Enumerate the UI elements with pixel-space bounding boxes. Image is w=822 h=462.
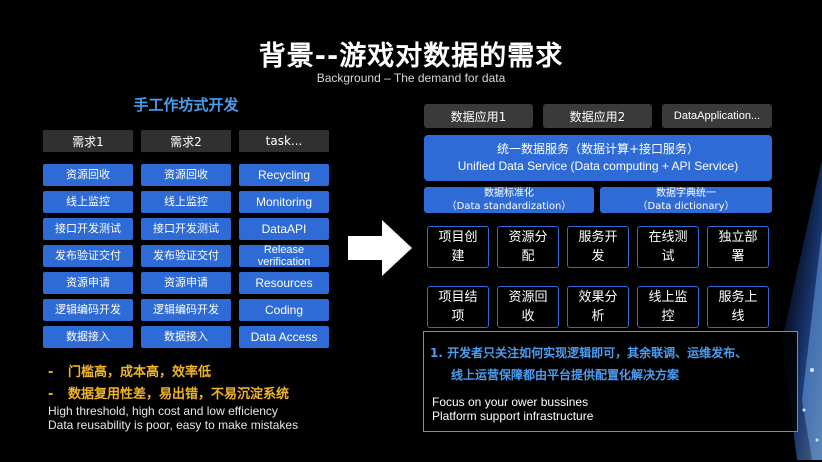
page-title: 背景--游戏对数据的需求 (258, 41, 564, 72)
step-line: 发 (591, 249, 605, 264)
task-cell: Coding (239, 299, 329, 321)
note-line: Data reusability is poor, easy to make m… (48, 418, 299, 432)
data-dictionary: 数据字典统一 （Data dictionary） (600, 187, 772, 213)
bullet-dash: - (48, 387, 54, 402)
task-cell: 资源申请 (141, 272, 231, 294)
solution-line: 1. 开发者只关注如何实现逻辑即可，其余联调、运维发布、 (430, 346, 748, 360)
problem-notes: High threshold, high cost and low effici… (48, 404, 298, 432)
task-cell: 发布验证交付 (43, 245, 133, 267)
note-line: High threshold, high cost and low effici… (48, 404, 278, 418)
step-box: 服务开发 (567, 226, 629, 268)
bullet-item: - 数据复用性差，易出错，不易沉淀系统 (48, 384, 289, 406)
step-box: 服务上线 (707, 286, 769, 328)
step-box: 效果分析 (567, 286, 629, 328)
step-line: 独立部 (718, 230, 758, 245)
step-line: 收 (521, 309, 535, 324)
solution-note: Platform support infrastructure (432, 409, 594, 423)
task-cell: 数据接入 (43, 326, 133, 348)
step-box: 项目结项 (427, 286, 489, 328)
column-header-3: task... (239, 130, 329, 152)
task-cell: 资源回收 (43, 164, 133, 186)
step-line: 服务开 (578, 230, 618, 245)
data-app-2: 数据应用2 (543, 104, 652, 128)
step-line: 在线测 (648, 230, 688, 245)
step-line: 项目结 (438, 290, 478, 305)
step-box: 资源回收 (497, 286, 559, 328)
solution-notes: Focus on your ower bussines Platform sup… (432, 395, 593, 423)
page-subtitle: Background – The demand for data (316, 71, 506, 85)
step-line: 署 (731, 249, 745, 264)
bullet-text: 数据复用性差，易出错，不易沉淀系统 (68, 387, 290, 402)
step-line: 项目创 (438, 230, 478, 245)
task-cell: 线上监控 (141, 191, 231, 213)
bullet-item: - 门槛高，成本高，效率低 (48, 362, 289, 384)
task-cell: Resources (239, 272, 329, 294)
task-cell: 接口开发测试 (141, 218, 231, 240)
data-app-more: DataApplication... (662, 104, 772, 128)
task-cell: 发布验证交付 (141, 245, 231, 267)
step-line: 项 (451, 309, 465, 324)
step-box: 项目创建 (427, 226, 489, 268)
right-arrow-icon (348, 220, 412, 276)
step-box: 独立部署 (707, 226, 769, 268)
step-line: 配 (521, 249, 535, 264)
step-line: 资源分 (508, 230, 548, 245)
task-cell: 数据接入 (141, 326, 231, 348)
data-app-1: 数据应用1 (424, 104, 533, 128)
mid-en: （Data dictionary） (637, 201, 735, 212)
task-cell: 逻辑编码开发 (43, 299, 133, 321)
solution-text: 1. 开发者只关注如何实现逻辑即可，其余联调、运维发布、 线上运营保障都由平台提… (430, 342, 795, 386)
solution-note: Focus on your ower bussines (432, 395, 589, 409)
task-cell: Data Access (239, 326, 329, 348)
task-cell: 资源回收 (141, 164, 231, 186)
solution-line: 线上运营保障都由平台提供配置化解决方案 (451, 368, 680, 382)
step-box: 线上监控 (637, 286, 699, 328)
step-box: 资源分配 (497, 226, 559, 268)
task-cell: 资源申请 (43, 272, 133, 294)
problem-bullets: - 门槛高，成本高，效率低 - 数据复用性差，易出错，不易沉淀系统 (48, 362, 289, 406)
step-line: 效果分 (578, 290, 618, 305)
step-line: 线上监 (648, 290, 688, 305)
data-standardization: 数据标准化 （Data standardization） (424, 187, 594, 213)
step-line: 析 (591, 309, 605, 324)
step-line: 建 (451, 249, 465, 264)
step-line: 服务上 (718, 290, 758, 305)
unified-data-service: 统一数据服务（数据计算+接口服务） Unified Data Service (… (424, 135, 772, 181)
task-cell: DataAPI (239, 218, 329, 240)
step-line: 资源回 (508, 290, 548, 305)
task-cell: 逻辑编码开发 (141, 299, 231, 321)
mid-en: （Data standardization） (446, 201, 572, 212)
column-header-1: 需求1 (43, 130, 133, 152)
step-line: 试 (661, 249, 675, 264)
bullet-dash: - (48, 365, 54, 380)
bullet-text: 门槛高，成本高，效率低 (68, 365, 212, 380)
task-cell: Monitoring (239, 191, 329, 213)
mid-cn: 数据字典统一 (656, 188, 716, 199)
column-header-2: 需求2 (141, 130, 231, 152)
step-box: 在线测试 (637, 226, 699, 268)
step-line: 控 (661, 309, 675, 324)
step-line: 线 (731, 309, 745, 324)
uds-cn: 统一数据服务（数据计算+接口服务） (496, 142, 700, 156)
task-cell: Release verification (239, 244, 329, 268)
task-cell: 接口开发测试 (43, 218, 133, 240)
task-cell: Recycling (239, 164, 329, 186)
mid-cn: 数据标准化 (484, 188, 534, 199)
uds-en: Unified Data Service (Data computing + A… (457, 159, 739, 173)
task-cell: 线上监控 (43, 191, 133, 213)
left-heading: 手工作坊式开发 (133, 96, 239, 114)
